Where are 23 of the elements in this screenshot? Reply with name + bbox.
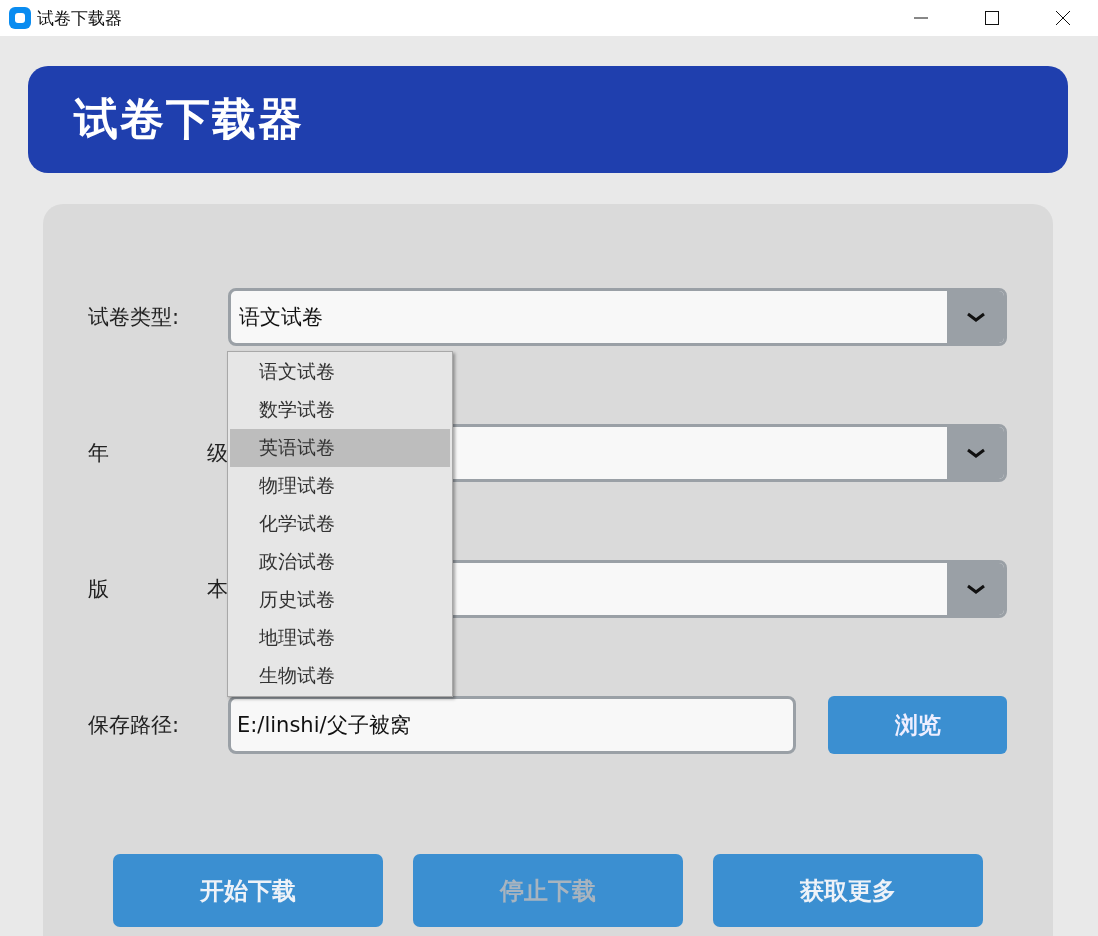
app-heading: 试卷下载器 [74,92,304,146]
chevron-down-icon [965,584,986,594]
field-label: 试卷类型: [88,304,181,331]
field-label: 年 级 [88,440,228,467]
chevron-down-icon [965,448,986,458]
app-icon [9,7,31,29]
dropdown-option[interactable]: 生物试卷 [230,657,450,695]
dropdown-option[interactable]: 历史试卷 [230,581,450,619]
dropdown-option[interactable]: 语文试卷 [230,353,450,391]
chevron-down-icon [965,312,986,322]
dropdown-option[interactable]: 地理试卷 [230,619,450,657]
dropdown-option[interactable]: 化学试卷 [230,505,450,543]
dropdown-option[interactable]: 政治试卷 [230,543,450,581]
maximize-icon [984,11,999,25]
window-title: 试卷下载器 [37,6,122,30]
dropdown-option[interactable]: 数学试卷 [230,391,450,429]
dropdown-option[interactable]: 英语试卷 [230,429,450,467]
dropdown-field[interactable]: 语文试卷 [228,288,1007,346]
path-input-field[interactable]: E:/linshi/父子被窝 [228,696,797,754]
field-label: 版 本 [88,576,228,603]
field-label: 保存路径: [88,712,181,739]
close-icon [1055,11,1070,25]
dropdown-option[interactable]: 物理试卷 [230,467,450,505]
